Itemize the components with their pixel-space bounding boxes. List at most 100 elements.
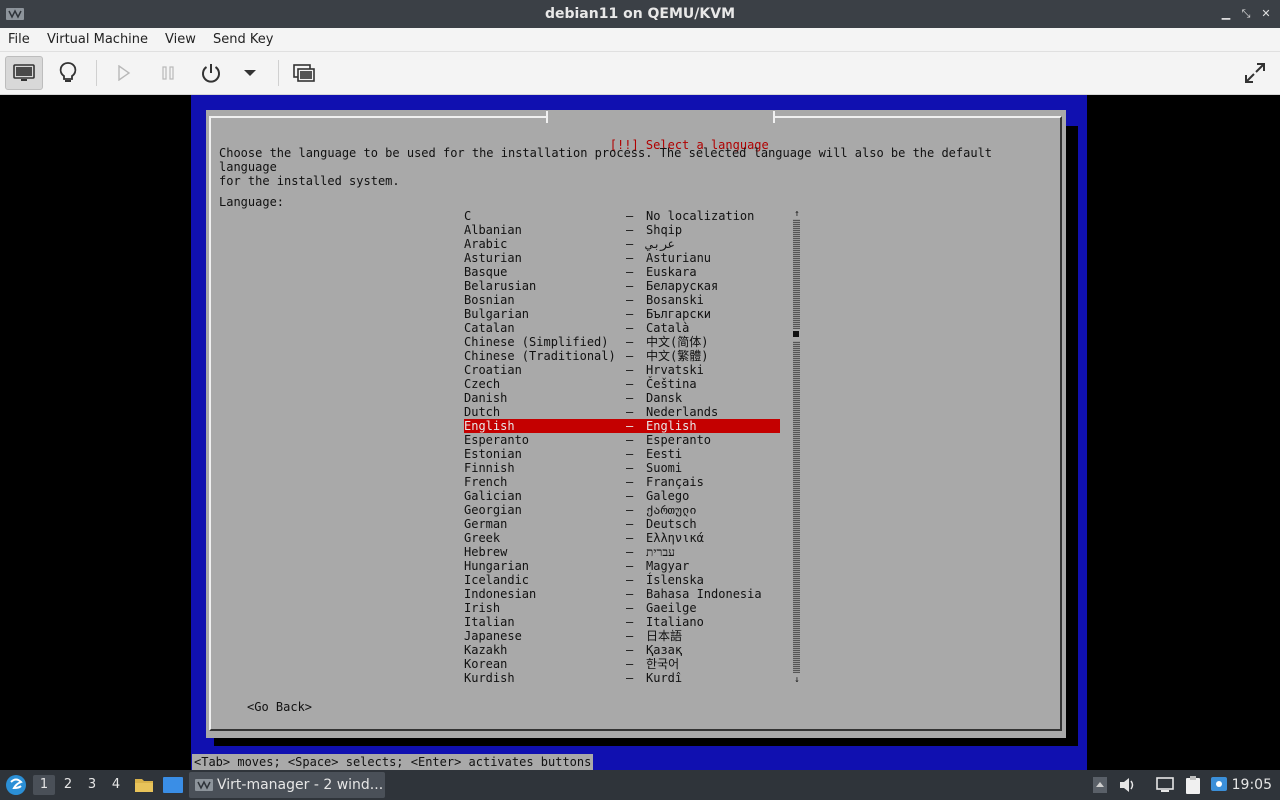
language-row[interactable]: Bosnian – Bosanski bbox=[464, 293, 780, 307]
language-name: Hungarian bbox=[464, 559, 530, 573]
language-row[interactable]: Estonian – Eesti bbox=[464, 447, 780, 461]
scroll-down-arrow-icon[interactable]: ↓ bbox=[792, 675, 802, 685]
language-row[interactable]: Japanese – 日本語 bbox=[464, 629, 780, 643]
language-row[interactable]: Hungarian – Magyar bbox=[464, 559, 780, 573]
shutdown-button[interactable] bbox=[192, 56, 230, 90]
restore-icon[interactable]: ⤡ bbox=[1238, 6, 1254, 22]
taskbar-task-virt-manager[interactable]: Virt-manager - 2 wind... bbox=[189, 772, 385, 798]
language-separator: – bbox=[626, 671, 634, 685]
language-native-name: Қазақ bbox=[646, 643, 683, 657]
minimize-icon[interactable]: ▁ bbox=[1218, 6, 1234, 22]
language-row[interactable]: Albanian – Shqip bbox=[464, 223, 780, 237]
language-row[interactable]: Hebrew – עברית bbox=[464, 545, 780, 559]
language-row[interactable]: Belarusian – Беларуская bbox=[464, 279, 780, 293]
language-separator: – bbox=[626, 433, 634, 447]
language-row[interactable]: Finnish – Suomi bbox=[464, 461, 780, 475]
language-row[interactable]: Kurdish – Kurdî bbox=[464, 671, 780, 685]
language-name: Irish bbox=[464, 601, 501, 615]
language-row[interactable]: Georgian – ქართული bbox=[464, 503, 780, 517]
workspace-4[interactable]: 4 bbox=[105, 775, 127, 795]
language-native-name: Galego bbox=[646, 489, 690, 503]
language-list[interactable]: C – No localization Albanian – Shqip Arabic – عر… bbox=[464, 209, 780, 685]
console-view-button[interactable] bbox=[5, 56, 43, 90]
language-separator: – bbox=[626, 223, 634, 237]
language-row[interactable]: Czech – Čeština bbox=[464, 377, 780, 391]
language-separator: – bbox=[626, 601, 634, 615]
language-row[interactable]: Icelandic – Íslenska bbox=[464, 573, 780, 587]
start-menu-icon[interactable] bbox=[5, 774, 27, 796]
language-name: Bulgarian bbox=[464, 307, 530, 321]
vm-display[interactable]: [!!] Select a language Choose the langua… bbox=[0, 95, 1280, 770]
scroll-track-lower[interactable] bbox=[793, 341, 800, 673]
network-icon[interactable] bbox=[1155, 775, 1175, 795]
menu-virtual-machine[interactable]: Virtual Machine bbox=[47, 28, 148, 52]
language-name: Galician bbox=[464, 489, 522, 503]
menu-file[interactable]: File bbox=[8, 28, 30, 52]
scroll-thumb[interactable] bbox=[793, 331, 799, 337]
language-row[interactable]: Bulgarian – Български bbox=[464, 307, 780, 321]
taskbar: 1 2 3 4 Virt-manager - 2 wind... 19:05 bbox=[0, 770, 1280, 800]
scroll-up-arrow-icon[interactable]: ↑ bbox=[792, 209, 802, 219]
pause-button[interactable] bbox=[149, 56, 187, 90]
language-separator: – bbox=[626, 447, 634, 461]
language-row[interactable]: Croatian – Hrvatski bbox=[464, 363, 780, 377]
go-back-button[interactable]: <Go Back> bbox=[247, 700, 312, 714]
workspace-1[interactable]: 1 bbox=[33, 775, 55, 795]
language-row[interactable]: Chinese (Simplified) – 中文(简体) bbox=[464, 335, 780, 349]
language-row[interactable]: Basque – Euskara bbox=[464, 265, 780, 279]
language-row[interactable]: Korean – 한국어 bbox=[464, 657, 780, 671]
shutdown-menu-button[interactable] bbox=[231, 56, 269, 90]
language-row[interactable]: Indonesian – Bahasa Indonesia bbox=[464, 587, 780, 601]
language-row[interactable]: Esperanto – Esperanto bbox=[464, 433, 780, 447]
language-row[interactable]: Greek – Ελληνικά bbox=[464, 531, 780, 545]
language-separator: – bbox=[626, 615, 634, 629]
run-button[interactable] bbox=[105, 56, 143, 90]
language-row[interactable]: German – Deutsch bbox=[464, 517, 780, 531]
language-row[interactable]: Arabic – عربي bbox=[464, 237, 780, 251]
show-desktop-icon[interactable] bbox=[162, 775, 184, 795]
file-manager-icon[interactable] bbox=[134, 776, 154, 794]
select-language-dialog: [!!] Select a language Choose the langua… bbox=[206, 110, 1066, 738]
language-row-selected[interactable]: English – English bbox=[464, 419, 780, 433]
language-row[interactable]: Catalan – Català bbox=[464, 321, 780, 335]
language-row[interactable]: Asturian – Asturianu bbox=[464, 251, 780, 265]
window-titlebar[interactable]: debian11 on QEMU/KVM ▁ ⤡ ✕ bbox=[0, 0, 1280, 28]
close-icon[interactable]: ✕ bbox=[1258, 6, 1274, 22]
language-row[interactable]: French – Français bbox=[464, 475, 780, 489]
language-row[interactable]: Danish – Dansk bbox=[464, 391, 780, 405]
language-name: Asturian bbox=[464, 251, 522, 265]
toolbar-separator bbox=[278, 60, 279, 86]
language-scrollbar[interactable]: ↑ ↓ bbox=[792, 209, 802, 685]
installer-screen[interactable]: [!!] Select a language Choose the langua… bbox=[191, 95, 1087, 770]
language-row[interactable]: Italian – Italiano bbox=[464, 615, 780, 629]
snapshots-button[interactable] bbox=[285, 56, 323, 90]
language-row[interactable]: Kazakh – Қазақ bbox=[464, 643, 780, 657]
notification-icon[interactable] bbox=[1209, 775, 1229, 795]
tray-up-arrow-icon[interactable] bbox=[1092, 775, 1108, 795]
language-row[interactable]: Irish – Gaeilge bbox=[464, 601, 780, 615]
language-native-name: Shqip bbox=[646, 223, 683, 237]
title-bar-right bbox=[772, 111, 775, 123]
language-name: Chinese (Traditional) bbox=[464, 349, 616, 363]
workspace-2[interactable]: 2 bbox=[57, 775, 79, 795]
language-name: Dutch bbox=[464, 405, 501, 419]
language-separator: – bbox=[626, 307, 634, 321]
workspace-3[interactable]: 3 bbox=[81, 775, 103, 795]
language-name: Catalan bbox=[464, 321, 515, 335]
menu-view[interactable]: View bbox=[165, 28, 196, 52]
details-view-button[interactable] bbox=[49, 56, 87, 90]
scroll-track-upper[interactable] bbox=[793, 219, 800, 329]
language-row[interactable]: Dutch – Nederlands bbox=[464, 405, 780, 419]
clock: 19:05 bbox=[1231, 777, 1272, 793]
volume-icon[interactable] bbox=[1118, 775, 1138, 795]
language-native-name: عربي bbox=[646, 237, 675, 251]
toolbar-separator bbox=[96, 60, 97, 86]
language-row[interactable]: Galician – Galego bbox=[464, 489, 780, 503]
language-separator: – bbox=[626, 293, 634, 307]
language-row[interactable]: Chinese (Traditional) – 中文(繁體) bbox=[464, 349, 780, 363]
language-row[interactable]: C – No localization bbox=[464, 209, 780, 223]
fullscreen-button[interactable] bbox=[1236, 56, 1274, 90]
menu-send-key[interactable]: Send Key bbox=[213, 28, 273, 52]
language-native-name: 한국어 bbox=[646, 657, 680, 671]
clipboard-icon[interactable] bbox=[1183, 775, 1203, 795]
